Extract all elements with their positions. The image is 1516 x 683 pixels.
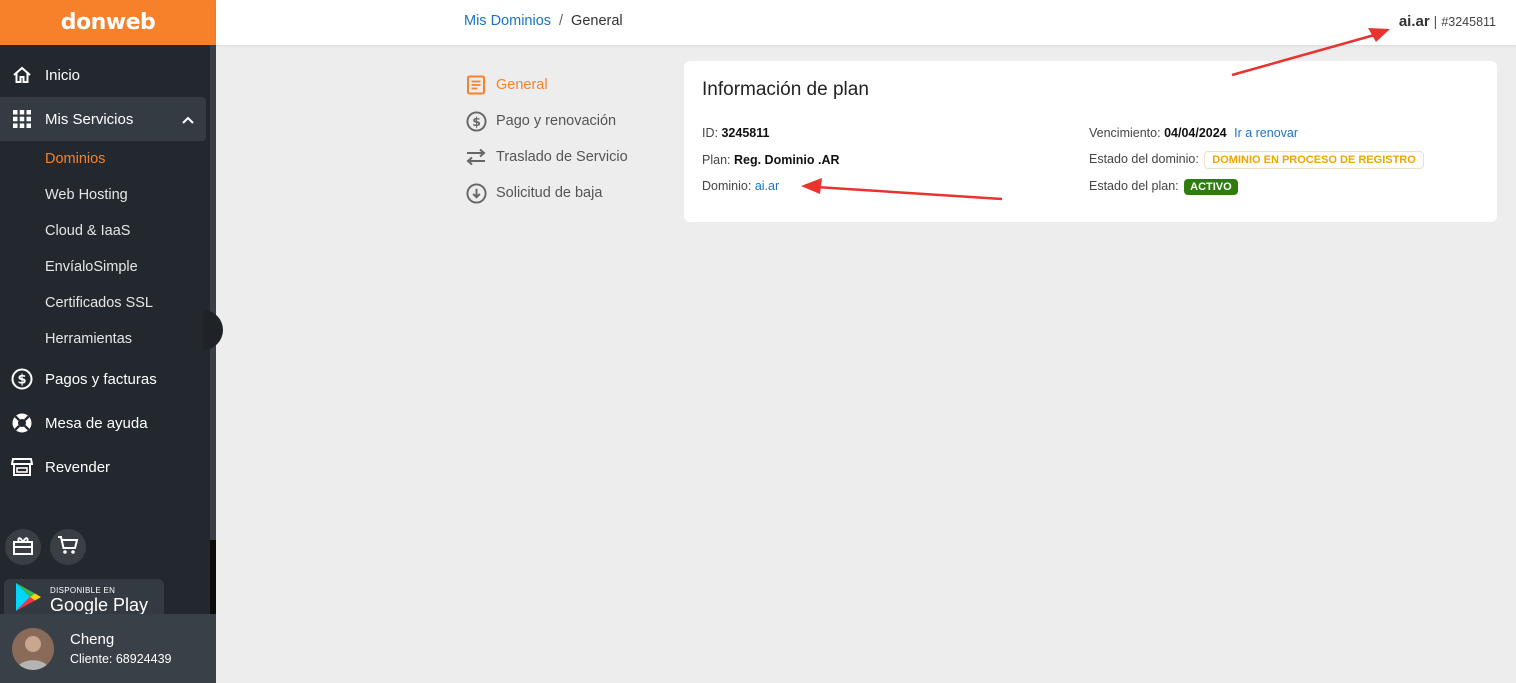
plan-name-label: Plan: — [702, 153, 731, 167]
plan-info-title: Información de plan — [702, 79, 869, 100]
sidebar-item-label: Revender — [45, 458, 111, 476]
domain-state-row: Estado del dominio: DOMINIO EN PROCESO D… — [1089, 151, 1424, 169]
plan-state-label: Estado del plan: — [1089, 179, 1179, 193]
breadcrumb-mis-dominios-link[interactable]: Mis Dominios — [464, 13, 551, 29]
logo-bar: donweb — [0, 0, 216, 45]
sidebar-subitem-cloud-iaas[interactable]: Cloud & IaaS — [0, 213, 216, 249]
cart-button[interactable] — [50, 529, 86, 565]
user-name: Cheng — [70, 631, 115, 648]
sidebar-item-pagos-facturas[interactable]: $ Pagos y facturas — [0, 357, 216, 401]
sidebar-item-label: Inicio — [45, 66, 81, 84]
renew-link[interactable]: Ir a renovar — [1234, 126, 1298, 140]
store-icon — [10, 455, 34, 479]
sidebar: donweb Inicio Mis Servicios Dominios Web… — [0, 0, 223, 683]
domain-state-label: Estado del dominio: — [1089, 152, 1199, 166]
svg-text:$: $ — [17, 373, 26, 388]
sidebar-nav: Inicio Mis Servicios Dominios Web Hostin… — [0, 53, 216, 489]
submenu-general[interactable]: General — [465, 67, 665, 103]
dollar-circle-icon: $ — [465, 110, 487, 132]
plan-id-label: ID: — [702, 126, 718, 140]
plan-domain-link[interactable]: ai.ar — [755, 179, 779, 193]
sidebar-subitem-web-hosting[interactable]: Web Hosting — [0, 177, 216, 213]
plan-name-row: Plan: Reg. Dominio .AR — [702, 153, 840, 167]
lifebuoy-icon — [10, 411, 34, 435]
sidebar-item-mis-servicios[interactable]: Mis Servicios — [0, 97, 206, 141]
plan-domain-row: Dominio: ai.ar — [702, 179, 779, 193]
sidebar-item-label: Mis Servicios — [45, 110, 134, 128]
google-play-small-text: DISPONIBLE EN — [50, 585, 116, 595]
plan-info-card: Información de plan ID: 3245811 Plan: Re… — [684, 61, 1497, 222]
submenu-label: Solicitud de baja — [496, 185, 603, 201]
service-identifier: ai.ar | #3245811 — [1399, 13, 1496, 30]
submenu-traslado-servicio[interactable]: Traslado de Servicio — [465, 139, 665, 175]
header-service-id: #3245811 — [1441, 15, 1496, 29]
chevron-up-icon[interactable] — [182, 111, 194, 128]
topbar: Mis Dominios / General ai.ar | #3245811 — [216, 0, 1516, 45]
submenu-label: Pago y renovación — [496, 113, 617, 129]
dollar-circle-icon: $ — [10, 367, 34, 391]
plan-domain-label: Dominio: — [702, 179, 752, 193]
sidebar-item-inicio[interactable]: Inicio — [0, 53, 216, 97]
submenu-pago-renovacion[interactable]: $ Pago y renovación — [465, 103, 665, 139]
cart-icon — [57, 535, 79, 560]
sidebar-item-mesa-ayuda[interactable]: Mesa de ayuda — [0, 401, 216, 445]
google-play-text: DISPONIBLE EN Google Play — [50, 584, 148, 615]
plan-state-row: Estado del plan: ACTIVO — [1089, 179, 1238, 195]
sidebar-scrollbar[interactable] — [210, 45, 216, 540]
service-submenu: General $ Pago y renovación Traslado de … — [465, 67, 665, 211]
sidebar-scrollbar-track — [210, 540, 216, 614]
sidebar-subitem-dominios[interactable]: Dominios — [0, 141, 216, 177]
transfer-arrows-icon — [465, 146, 487, 168]
svg-text:$: $ — [472, 113, 481, 128]
sidebar-collapse-handle[interactable] — [203, 310, 223, 350]
sidebar-item-revender[interactable]: Revender — [0, 445, 216, 489]
sidebar-item-label: Pagos y facturas — [45, 370, 157, 388]
user-client-id: Cliente: 68924439 — [70, 652, 172, 666]
plan-expiry-value: 04/04/2024 — [1164, 126, 1227, 140]
user-info: Cheng Cliente: 68924439 — [70, 631, 171, 666]
breadcrumb-separator: / — [559, 13, 564, 29]
sidebar-item-label: Mesa de ayuda — [45, 414, 148, 432]
google-play-badge[interactable]: DISPONIBLE EN Google Play — [4, 579, 164, 619]
header-separator: | — [1433, 13, 1438, 29]
breadcrumb: Mis Dominios / General — [464, 13, 623, 29]
submenu-label: General — [496, 77, 548, 93]
google-play-big-text: Google Play — [50, 594, 149, 615]
sidebar-subitem-herramientas[interactable]: Herramientas — [0, 321, 216, 357]
avatar[interactable] — [12, 627, 54, 670]
donweb-logo[interactable]: donweb — [61, 10, 156, 35]
plan-id-row: ID: 3245811 — [702, 126, 769, 140]
sidebar-subitem-certificados-ssl[interactable]: Certificados SSL — [0, 285, 216, 321]
plan-name-value: Reg. Dominio .AR — [733, 153, 840, 167]
plan-id-value: 3245811 — [721, 126, 770, 140]
domain-state-badge: DOMINIO EN PROCESO DE REGISTRO — [1204, 151, 1424, 169]
arrow-down-circle-icon — [465, 182, 487, 204]
gift-button[interactable] — [5, 529, 41, 565]
submenu-label: Traslado de Servicio — [496, 149, 628, 165]
gift-icon — [12, 535, 34, 560]
document-icon — [465, 74, 487, 96]
grid-icon — [10, 107, 34, 131]
home-icon — [10, 63, 34, 87]
user-panel[interactable]: Cheng Cliente: 68924439 — [0, 614, 216, 683]
plan-state-badge: ACTIVO — [1184, 179, 1238, 195]
google-play-icon — [14, 582, 42, 617]
header-domain: ai.ar — [1398, 13, 1430, 30]
breadcrumb-current: General — [571, 13, 623, 29]
plan-expiry-label: Vencimiento: — [1089, 126, 1161, 140]
plan-expiry-row: Vencimiento: 04/04/2024 Ir a renovar — [1089, 126, 1298, 140]
submenu-solicitud-baja[interactable]: Solicitud de baja — [465, 175, 665, 211]
sidebar-subitem-envialosimple[interactable]: EnvíaloSimple — [0, 249, 216, 285]
